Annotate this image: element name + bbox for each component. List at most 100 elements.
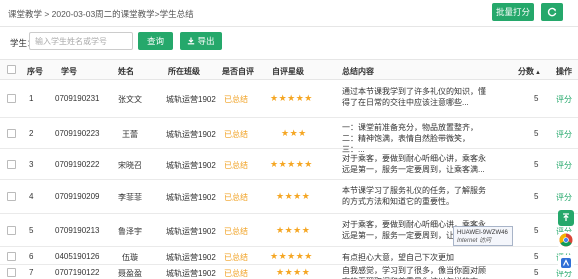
download-icon [188,37,195,45]
class-name: 城轨运营1902 [166,227,216,236]
row-index: 2 [29,129,34,138]
app-icon [561,258,571,268]
student-name: 李菲菲 [118,193,142,202]
table-row: 6 0405190126 伍璇 城轨运营1902 已总结 ★★★★★ 有点担心大… [0,247,578,265]
search-input[interactable] [29,32,133,50]
tooltip-title: HUAWEI-9WZW46 [457,230,508,236]
class-name: 城轨运营1902 [166,193,216,202]
export-button[interactable]: 导出 [180,32,222,50]
column-header: 序号 [27,67,43,76]
score-value: 5 [534,268,539,277]
app-button[interactable] [558,255,574,271]
star-rating: ★★★★★ [270,159,313,169]
summary-content: 通过本节课我学到了许多礼仪的知识，懂得了在日常的交往中应该注意哪些... [342,87,486,107]
student-name: 伍璇 [122,253,138,262]
table-row: 3 0709190222 宋晓召 城轨运营1902 已总结 ★★★★★ 对于乘客… [0,149,578,180]
student-id: 0709190222 [55,160,100,169]
column-header: 操作 [556,67,572,76]
student-id: 0709190223 [55,129,100,138]
student-name: 宋晓召 [118,161,142,170]
row-checkbox[interactable] [7,252,16,261]
rate-link[interactable]: 评分 [556,129,572,140]
table-header: 序号 学号 姓名 所在班级 是否自评 自评星级 总结内容 分数▲ 操作 [0,59,578,80]
student-id: 0405190126 [55,252,100,261]
network-tooltip: HUAWEI-9WZW46 Internet 访问 [453,226,513,246]
star-rating: ★★★★★ [270,93,313,103]
summary-content: 有点担心大意，望自己下次更加认真 [342,253,454,262]
column-header: 学号 [61,67,77,76]
class-name: 城轨运营1902 [166,161,216,170]
row-checkbox[interactable] [7,268,16,277]
row-index: 3 [29,160,34,169]
row-checkbox[interactable] [7,129,16,138]
table-row: 4 0709190209 李菲菲 城轨运营1902 已总结 ★★★★ 本节课学习… [0,180,578,214]
score-value: 5 [534,192,539,201]
table-row: 1 0709190231 张文文 城轨运营1902 已总结 ★★★★★ 通过本节… [0,80,578,118]
self-eval-status: 已总结 [224,227,248,236]
sort-up-icon: ▲ [535,70,541,76]
class-name: 城轨运营1902 [166,253,216,262]
rate-link[interactable]: 评分 [556,160,572,171]
star-rating: ★★★★ [276,191,311,201]
summary-content: 本节课学习了服务礼仪的任务，了解服务的方式方法和知道它的重要性。 [342,186,486,206]
student-name: 聂盈盈 [118,269,142,278]
rate-link[interactable]: 评分 [556,94,572,105]
student-id: 0709190231 [55,94,100,103]
score-value: 5 [534,252,539,261]
export-side-button[interactable] [558,210,574,226]
table-row: 7 0707190122 聂盈盈 城轨运营1902 已总结 ★★★★ 自我感觉，… [0,265,578,279]
self-eval-status: 已总结 [224,95,248,104]
summary-content: 对于乘客，要做到耐心听细心讲，乘客永远是第一，服务一定要周到，让乘客满... [342,154,486,174]
row-index: 5 [29,226,34,235]
row-index: 1 [29,94,34,103]
self-eval-status: 已总结 [224,269,248,278]
student-name: 王蕾 [122,130,138,139]
row-index: 4 [29,192,34,201]
star-rating: ★★★★★ [270,251,313,261]
row-index: 6 [29,252,34,261]
table-row: 2 0709190223 王蕾 城轨运营1902 已总结 ★★★ 一：课堂前准备… [0,118,578,154]
class-name: 城轨运营1902 [166,269,216,278]
star-rating: ★★★★ [276,267,311,277]
score-value: 5 [534,94,539,103]
score-value: 5 [534,129,539,138]
top-bar: 课堂教学 > 2020-03-03周二的课堂教学>学生总结 批量打分 [0,0,578,27]
query-button[interactable]: 查询 [138,32,173,50]
batch-score-button[interactable]: 批量打分 [492,3,534,21]
tooltip-subtitle: Internet 访问 [457,238,492,244]
row-checkbox[interactable] [7,94,16,103]
score-value: 5 [534,226,539,235]
class-name: 城轨运营1902 [166,130,216,139]
select-all-checkbox[interactable] [7,65,16,74]
column-header: 所在班级 [168,67,200,76]
star-rating: ★★★ [281,128,307,138]
upload-icon [563,213,569,221]
class-name: 城轨运营1902 [166,95,216,104]
student-id: 0709190213 [55,226,100,235]
self-eval-status: 已总结 [224,193,248,202]
student-name: 鲁泽宇 [118,227,142,236]
column-header: 自评星级 [272,67,304,76]
score-column-header[interactable]: 分数▲ [518,66,541,77]
chrome-button[interactable] [558,232,574,248]
student-name: 张文文 [118,95,142,104]
row-checkbox[interactable] [7,160,16,169]
row-checkbox[interactable] [7,192,16,201]
refresh-icon [547,7,557,17]
star-rating: ★★★★ [276,225,311,235]
rate-link[interactable]: 评分 [556,192,572,203]
student-id: 0709190209 [55,192,100,201]
column-header: 总结内容 [342,67,374,76]
row-checkbox[interactable] [7,226,16,235]
export-label: 导出 [197,36,215,46]
self-eval-status: 已总结 [224,130,248,139]
student-id: 0707190122 [55,268,100,277]
column-header: 是否自评 [222,67,254,76]
breadcrumb: 课堂教学 > 2020-03-03周二的课堂教学>学生总结 [8,9,194,19]
refresh-button[interactable] [541,3,563,21]
row-index: 7 [29,268,34,277]
score-value: 5 [534,160,539,169]
self-eval-status: 已总结 [224,161,248,170]
summary-content: 自我感觉，学习到了很多，像当你面对顾客的无理取闹和尊重是你该以怎样的态... [342,266,486,279]
column-header: 姓名 [118,67,134,76]
